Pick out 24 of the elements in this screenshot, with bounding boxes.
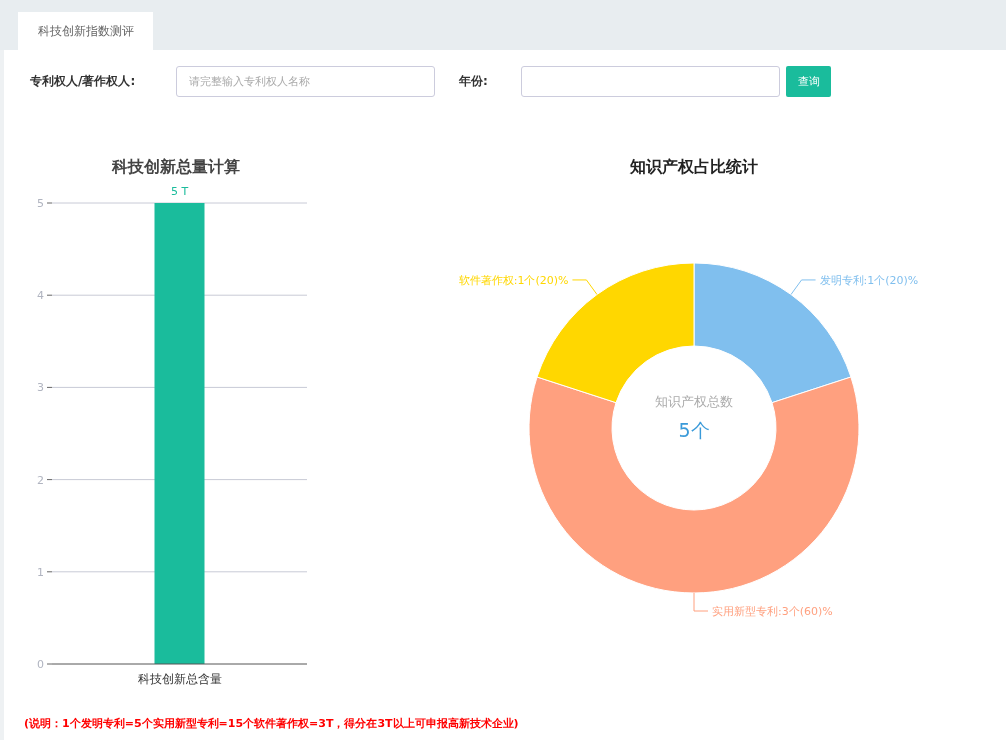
leader-line [571,279,598,295]
axis-tick-label: 2 [37,473,44,487]
value-label: 5 T [170,185,189,198]
axis-tick-label: 1 [37,565,44,579]
year-label: 年份: [459,72,489,90]
leader-line [693,592,709,612]
axis-tick-label: 4 [37,289,44,303]
category-label: 科技创新总含量 [137,672,222,686]
center-title: 知识产权总数 [655,394,733,409]
leader-line [790,279,817,295]
chart-title: 科技创新总量计算 [112,157,240,176]
axis-tick-label: 5 [37,197,44,210]
axis-tick-label: 3 [37,381,44,395]
owner-input[interactable]: 请完整输入专利权人名称 [176,65,435,97]
tab[interactable]: 科技创新指数测评 [18,12,153,50]
slice-label: 软件著作权:1个(20)% [458,273,569,287]
note-text: (说明：1个发明专利=5个实用新型专利=15个软件著作权=3T，得分在3T以上可申报高新技术企业) [23,716,520,731]
center-value: 5个 [678,419,710,441]
chart-title: 知识产权占比统计 [630,157,758,176]
owner-label: 专利权人/著作权人: [30,72,137,90]
slice-label: 实用新型专利:3个(60)% [712,605,833,618]
slice-label: 发明专利:1个(20)% [819,273,919,287]
axis-tick-label: 0 [37,658,44,671]
year-input[interactable] [521,65,780,97]
